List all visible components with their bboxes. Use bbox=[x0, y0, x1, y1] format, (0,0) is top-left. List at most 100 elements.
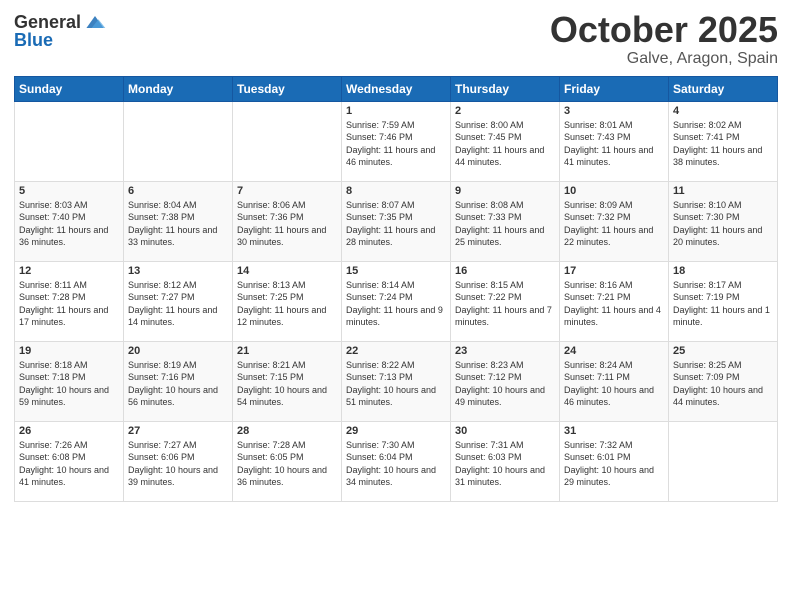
header: General Blue October 2025 Galve, Aragon,… bbox=[14, 10, 778, 68]
calendar-cell: 27 Sunrise: 7:27 AM Sunset: 6:06 PM Dayli… bbox=[124, 421, 233, 501]
weekday-header-row: SundayMondayTuesdayWednesdayThursdayFrid… bbox=[15, 76, 778, 101]
calendar-cell: 29 Sunrise: 7:30 AM Sunset: 6:04 PM Dayli… bbox=[342, 421, 451, 501]
day-info: Sunrise: 8:23 AM Sunset: 7:12 PM Dayligh… bbox=[455, 359, 555, 409]
day-number: 14 bbox=[237, 265, 337, 277]
logo-blue: Blue bbox=[14, 30, 53, 51]
day-number: 26 bbox=[19, 425, 119, 437]
calendar-table: SundayMondayTuesdayWednesdayThursdayFrid… bbox=[14, 76, 778, 502]
calendar-week-row: 1 Sunrise: 7:59 AM Sunset: 7:46 PM Daylig… bbox=[15, 101, 778, 181]
day-number: 28 bbox=[237, 425, 337, 437]
title-block: October 2025 Galve, Aragon, Spain bbox=[550, 10, 778, 68]
day-info: Sunrise: 8:22 AM Sunset: 7:13 PM Dayligh… bbox=[346, 359, 446, 409]
logo-icon bbox=[83, 10, 107, 34]
day-number: 2 bbox=[455, 105, 555, 117]
page: General Blue October 2025 Galve, Aragon,… bbox=[0, 0, 792, 612]
day-number: 4 bbox=[673, 105, 773, 117]
calendar-cell: 19 Sunrise: 8:18 AM Sunset: 7:18 PM Dayli… bbox=[15, 341, 124, 421]
calendar-cell: 9Sunrise: 8:08 AM Sunset: 7:33 PM Daylig… bbox=[451, 181, 560, 261]
calendar-cell bbox=[669, 421, 778, 501]
calendar-cell: 11 Sunrise: 8:10 AM Sunset: 7:30 PM Dayli… bbox=[669, 181, 778, 261]
day-info: Sunrise: 7:27 AM Sunset: 6:06 PM Dayligh… bbox=[128, 439, 228, 489]
calendar-cell: 21Sunrise: 8:21 AM Sunset: 7:15 PM Dayli… bbox=[233, 341, 342, 421]
day-info: Sunrise: 8:06 AM Sunset: 7:36 PM Dayligh… bbox=[237, 199, 337, 249]
day-number: 11 bbox=[673, 185, 773, 197]
day-number: 19 bbox=[19, 345, 119, 357]
weekday-header-monday: Monday bbox=[124, 76, 233, 101]
calendar-cell: 18Sunrise: 8:17 AM Sunset: 7:19 PM Dayli… bbox=[669, 261, 778, 341]
calendar-cell: 28 Sunrise: 7:28 AM Sunset: 6:05 PM Dayli… bbox=[233, 421, 342, 501]
day-number: 15 bbox=[346, 265, 446, 277]
day-number: 16 bbox=[455, 265, 555, 277]
weekday-header-tuesday: Tuesday bbox=[233, 76, 342, 101]
day-number: 22 bbox=[346, 345, 446, 357]
day-number: 12 bbox=[19, 265, 119, 277]
calendar-cell: 24 Sunrise: 8:24 AM Sunset: 7:11 PM Dayli… bbox=[560, 341, 669, 421]
calendar-cell bbox=[15, 101, 124, 181]
calendar-cell: 7Sunrise: 8:06 AM Sunset: 7:36 PM Daylig… bbox=[233, 181, 342, 261]
day-info: Sunrise: 8:09 AM Sunset: 7:32 PM Dayligh… bbox=[564, 199, 664, 249]
logo: General Blue bbox=[14, 10, 107, 51]
calendar-cell: 14 Sunrise: 8:13 AM Sunset: 7:25 PM Dayli… bbox=[233, 261, 342, 341]
day-info: Sunrise: 8:19 AM Sunset: 7:16 PM Dayligh… bbox=[128, 359, 228, 409]
calendar-cell: 10 Sunrise: 8:09 AM Sunset: 7:32 PM Dayli… bbox=[560, 181, 669, 261]
calendar-cell: 6 Sunrise: 8:04 AM Sunset: 7:38 PM Daylig… bbox=[124, 181, 233, 261]
day-info: Sunrise: 8:07 AM Sunset: 7:35 PM Dayligh… bbox=[346, 199, 446, 249]
day-number: 1 bbox=[346, 105, 446, 117]
calendar-cell: 15Sunrise: 8:14 AM Sunset: 7:24 PM Dayli… bbox=[342, 261, 451, 341]
calendar-cell: 13Sunrise: 8:12 AM Sunset: 7:27 PM Dayli… bbox=[124, 261, 233, 341]
calendar-cell: 20Sunrise: 8:19 AM Sunset: 7:16 PM Dayli… bbox=[124, 341, 233, 421]
calendar-cell: 2Sunrise: 8:00 AM Sunset: 7:45 PM Daylig… bbox=[451, 101, 560, 181]
calendar-cell: 5Sunrise: 8:03 AM Sunset: 7:40 PM Daylig… bbox=[15, 181, 124, 261]
calendar-week-row: 19 Sunrise: 8:18 AM Sunset: 7:18 PM Dayli… bbox=[15, 341, 778, 421]
day-number: 31 bbox=[564, 425, 664, 437]
calendar-cell: 30Sunrise: 7:31 AM Sunset: 6:03 PM Dayli… bbox=[451, 421, 560, 501]
day-number: 13 bbox=[128, 265, 228, 277]
day-info: Sunrise: 8:13 AM Sunset: 7:25 PM Dayligh… bbox=[237, 279, 337, 329]
day-number: 5 bbox=[19, 185, 119, 197]
day-info: Sunrise: 8:10 AM Sunset: 7:30 PM Dayligh… bbox=[673, 199, 773, 249]
calendar-cell: 22 Sunrise: 8:22 AM Sunset: 7:13 PM Dayli… bbox=[342, 341, 451, 421]
day-info: Sunrise: 7:32 AM Sunset: 6:01 PM Dayligh… bbox=[564, 439, 664, 489]
month-title: October 2025 bbox=[550, 10, 778, 50]
day-number: 17 bbox=[564, 265, 664, 277]
day-number: 23 bbox=[455, 345, 555, 357]
calendar-cell: 16Sunrise: 8:15 AM Sunset: 7:22 PM Dayli… bbox=[451, 261, 560, 341]
day-number: 8 bbox=[346, 185, 446, 197]
day-info: Sunrise: 8:08 AM Sunset: 7:33 PM Dayligh… bbox=[455, 199, 555, 249]
day-number: 29 bbox=[346, 425, 446, 437]
calendar-cell: 23 Sunrise: 8:23 AM Sunset: 7:12 PM Dayli… bbox=[451, 341, 560, 421]
calendar-week-row: 26Sunrise: 7:26 AM Sunset: 6:08 PM Dayli… bbox=[15, 421, 778, 501]
calendar-cell bbox=[124, 101, 233, 181]
day-info: Sunrise: 8:11 AM Sunset: 7:28 PM Dayligh… bbox=[19, 279, 119, 329]
location-title: Galve, Aragon, Spain bbox=[550, 50, 778, 68]
day-number: 6 bbox=[128, 185, 228, 197]
day-info: Sunrise: 8:16 AM Sunset: 7:21 PM Dayligh… bbox=[564, 279, 664, 329]
day-info: Sunrise: 8:04 AM Sunset: 7:38 PM Dayligh… bbox=[128, 199, 228, 249]
calendar-cell: 25 Sunrise: 8:25 AM Sunset: 7:09 PM Dayli… bbox=[669, 341, 778, 421]
weekday-header-friday: Friday bbox=[560, 76, 669, 101]
calendar-cell: 3 Sunrise: 8:01 AM Sunset: 7:43 PM Daylig… bbox=[560, 101, 669, 181]
day-info: Sunrise: 8:24 AM Sunset: 7:11 PM Dayligh… bbox=[564, 359, 664, 409]
calendar-cell: 17 Sunrise: 8:16 AM Sunset: 7:21 PM Dayli… bbox=[560, 261, 669, 341]
day-number: 27 bbox=[128, 425, 228, 437]
day-number: 30 bbox=[455, 425, 555, 437]
weekday-header-wednesday: Wednesday bbox=[342, 76, 451, 101]
day-number: 10 bbox=[564, 185, 664, 197]
day-info: Sunrise: 8:01 AM Sunset: 7:43 PM Dayligh… bbox=[564, 119, 664, 169]
calendar-week-row: 5Sunrise: 8:03 AM Sunset: 7:40 PM Daylig… bbox=[15, 181, 778, 261]
calendar-cell: 1 Sunrise: 7:59 AM Sunset: 7:46 PM Daylig… bbox=[342, 101, 451, 181]
day-info: Sunrise: 7:30 AM Sunset: 6:04 PM Dayligh… bbox=[346, 439, 446, 489]
day-number: 3 bbox=[564, 105, 664, 117]
day-info: Sunrise: 7:59 AM Sunset: 7:46 PM Dayligh… bbox=[346, 119, 446, 169]
day-info: Sunrise: 7:28 AM Sunset: 6:05 PM Dayligh… bbox=[237, 439, 337, 489]
calendar-week-row: 12 Sunrise: 8:11 AM Sunset: 7:28 PM Dayli… bbox=[15, 261, 778, 341]
calendar-cell: 4 Sunrise: 8:02 AM Sunset: 7:41 PM Daylig… bbox=[669, 101, 778, 181]
day-info: Sunrise: 8:02 AM Sunset: 7:41 PM Dayligh… bbox=[673, 119, 773, 169]
weekday-header-saturday: Saturday bbox=[669, 76, 778, 101]
day-info: Sunrise: 8:18 AM Sunset: 7:18 PM Dayligh… bbox=[19, 359, 119, 409]
day-number: 25 bbox=[673, 345, 773, 357]
day-info: Sunrise: 8:25 AM Sunset: 7:09 PM Dayligh… bbox=[673, 359, 773, 409]
day-number: 24 bbox=[564, 345, 664, 357]
calendar-cell bbox=[233, 101, 342, 181]
weekday-header-thursday: Thursday bbox=[451, 76, 560, 101]
